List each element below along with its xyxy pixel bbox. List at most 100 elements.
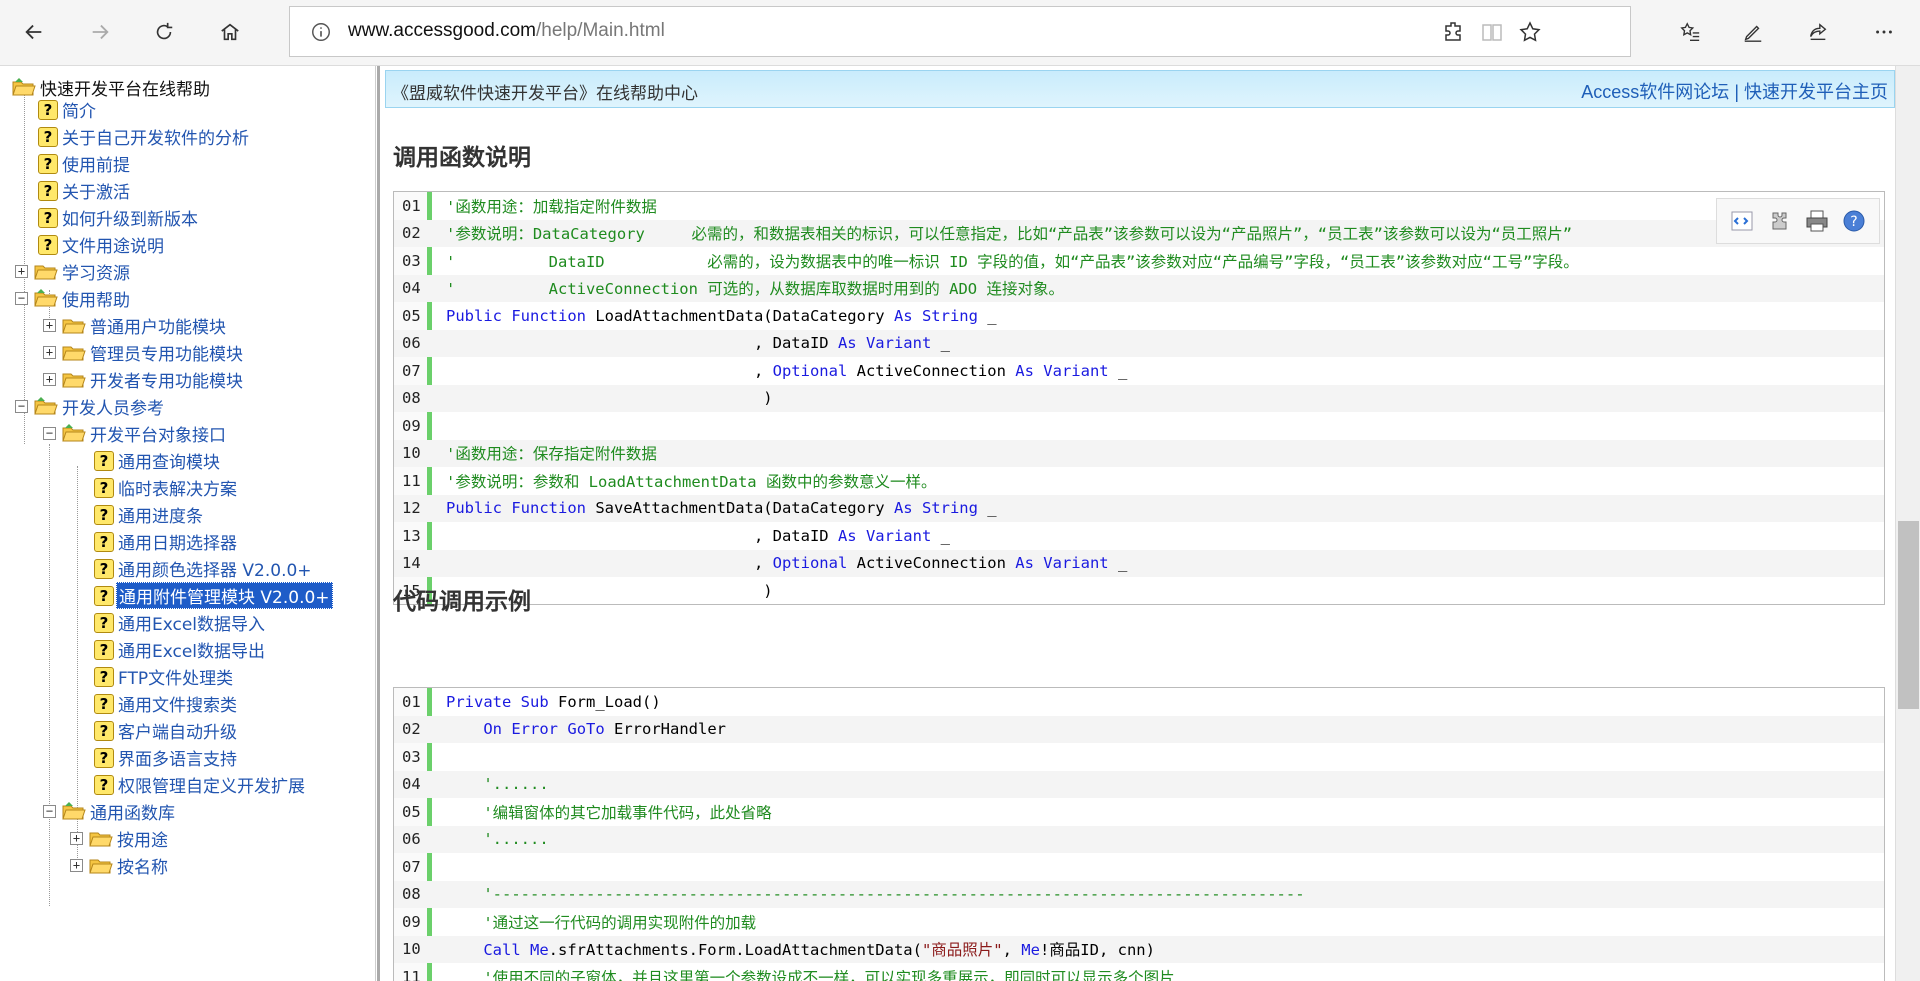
link-separator: |	[1729, 82, 1744, 102]
help-page-icon: ?	[94, 558, 114, 579]
tree-item-ftp[interactable]: ? FTP文件处理类	[94, 663, 235, 690]
tree-item-label: 通用查询模块	[118, 453, 220, 473]
tree-item-label: 管理员专用功能模块	[90, 345, 243, 365]
header-banner: 《盟威软件快速开发平台》在线帮助中心 Access软件网论坛 | 快速开发平台主…	[385, 70, 1895, 108]
vertical-scrollbar[interactable]	[1895, 66, 1920, 981]
code-line: 01 Private Sub Form_Load()	[394, 688, 1884, 716]
tree-folder-normal-user[interactable]: + 普通用户功能模块	[43, 312, 228, 339]
tree-item-label: 通用进度条	[118, 507, 203, 527]
help-page-icon: ?	[94, 774, 114, 795]
tree-item-prerequisites[interactable]: ? 使用前提	[38, 150, 132, 177]
refresh-icon[interactable]	[146, 14, 182, 50]
help-page-icon: ?	[94, 585, 114, 606]
tree-folder-learning[interactable]: + 学习资源	[15, 258, 132, 285]
tree-folder-developer[interactable]: + 开发者专用功能模块	[43, 366, 245, 393]
expand-plus-icon[interactable]: +	[70, 832, 83, 845]
expand-plus-icon[interactable]: +	[43, 346, 56, 359]
tree-item-upgrade[interactable]: ? 如何升级到新版本	[38, 204, 200, 231]
tree-item-auto-upgrade[interactable]: ? 客户端自动升级	[94, 717, 239, 744]
more-icon[interactable]	[1866, 14, 1902, 50]
tree-item-progress[interactable]: ? 通用进度条	[94, 501, 205, 528]
url-text[interactable]: www.accessgood.com/help/Main.html	[348, 20, 665, 42]
code-text: Public Function LoadAttachmentData(DataC…	[446, 306, 997, 325]
code-text: '通过这一行代码的调用实现附件的加载	[483, 913, 757, 932]
address-bar[interactable]: www.accessgood.com/help/Main.html	[289, 6, 1631, 57]
pen-icon[interactable]	[1735, 14, 1771, 50]
tree-folder-usage[interactable]: − 使用帮助	[15, 285, 132, 312]
help-page-icon: ?	[94, 450, 114, 471]
code-line: 06 , DataID As Variant _	[394, 329, 1884, 357]
folder-icon	[62, 319, 86, 334]
print-icon[interactable]	[1804, 208, 1830, 234]
tree-item-label: 通用文件搜索类	[118, 696, 237, 716]
line-number: 03	[402, 747, 421, 766]
help-page-icon: ?	[94, 693, 114, 714]
collapse-minus-icon[interactable]: −	[43, 427, 56, 440]
help-content: 《盟威软件快速开发平台》在线帮助中心 Access软件网论坛 | 快速开发平台主…	[380, 66, 1895, 981]
share-icon[interactable]	[1800, 14, 1836, 50]
tree-folder-by-purpose[interactable]: + 按用途	[70, 825, 170, 852]
tree-item-analysis[interactable]: ? 关于自己开发软件的分析	[38, 123, 251, 150]
expand-plus-icon[interactable]: +	[15, 265, 28, 278]
code-line: 06 '......	[394, 825, 1884, 853]
help-page-icon: ?	[94, 666, 114, 687]
tree-item-date-picker[interactable]: ? 通用日期选择器	[94, 528, 239, 555]
tree-folder-admin[interactable]: + 管理员专用功能模块	[43, 339, 245, 366]
info-icon[interactable]	[310, 21, 332, 43]
tree-item-excel-export[interactable]: ? 通用Excel数据导出	[94, 636, 267, 663]
code-line: 07	[394, 853, 1884, 881]
expand-plus-icon[interactable]: +	[43, 373, 56, 386]
help-circle-icon[interactable]: ?	[1841, 208, 1867, 234]
code-line: 09	[394, 412, 1884, 440]
expand-plus-icon[interactable]: +	[70, 859, 83, 872]
collapse-minus-icon[interactable]: −	[15, 400, 28, 413]
tree-item-multilang[interactable]: ? 界面多语言支持	[94, 744, 239, 771]
back-icon[interactable]	[16, 14, 52, 50]
tree-folder-function-lib[interactable]: − 通用函数库	[43, 798, 177, 825]
extension-icon[interactable]	[1442, 20, 1466, 44]
copy-puzzle-icon[interactable]	[1766, 208, 1792, 234]
line-number: 09	[402, 416, 421, 435]
tree-item-intro[interactable]: ? 简介	[38, 96, 98, 123]
tree-folder-object-interface[interactable]: − 开发平台对象接口	[43, 420, 228, 447]
tree-item-attachment[interactable]: ? 通用附件管理模块 V2.0.0+	[94, 582, 333, 609]
code-text: )	[446, 389, 773, 408]
line-number: 03	[402, 251, 421, 270]
tree-item-activation[interactable]: ? 关于激活	[38, 177, 132, 204]
tree-item-files[interactable]: ? 文件用途说明	[38, 231, 166, 258]
folder-icon	[62, 373, 86, 388]
reading-view-icon[interactable]	[1480, 20, 1504, 44]
collapse-minus-icon[interactable]: −	[43, 805, 56, 818]
tree-item-excel-import[interactable]: ? 通用Excel数据导入	[94, 609, 267, 636]
code-line: 01 '函数用途：加载指定附件数据	[394, 192, 1884, 220]
code-text: '函数用途：加载指定附件数据	[446, 197, 657, 216]
code-block-function-description: 01 '函数用途：加载指定附件数据 02 '参数说明：DataCategory 必需的…	[393, 191, 1885, 605]
tree-folder-by-name[interactable]: + 按名称	[70, 852, 170, 879]
code-block-example: 01 Private Sub Form_Load() 02 On Error GoT…	[393, 687, 1885, 981]
favorites-list-icon[interactable]	[1672, 14, 1708, 50]
platform-home-link[interactable]: 快速开发平台主页	[1744, 82, 1888, 102]
tree-item-query[interactable]: ? 通用查询模块	[94, 447, 222, 474]
forum-link[interactable]: Access软件网论坛	[1581, 82, 1729, 102]
tree-item-label: 使用帮助	[62, 291, 130, 311]
view-source-icon[interactable]	[1729, 208, 1755, 234]
open-folder-icon	[34, 397, 58, 415]
code-line: 04 '......	[394, 770, 1884, 798]
tree-item-permission[interactable]: ? 权限管理自定义开发扩展	[94, 771, 307, 798]
tree-folder-dev-ref[interactable]: − 开发人员参考	[15, 393, 166, 420]
expand-plus-icon[interactable]: +	[43, 319, 56, 332]
favorite-star-icon[interactable]	[1518, 20, 1542, 44]
code-line: 11 '使用不同的子窗体，并且这里第一个参数设成不一样，可以实现多重展示，即同时…	[394, 963, 1884, 981]
tree-item-color-picker[interactable]: ? 通用颜色选择器 V2.0.0+	[94, 555, 314, 582]
forward-icon[interactable]	[82, 14, 118, 50]
tree-item-file-search[interactable]: ? 通用文件搜索类	[94, 690, 239, 717]
scrollbar-thumb[interactable]	[1898, 521, 1919, 709]
tree-item-temp-table[interactable]: ? 临时表解决方案	[94, 474, 239, 501]
code-line: 10 '函数用途：保存指定附件数据	[394, 439, 1884, 467]
collapse-minus-icon[interactable]: −	[15, 292, 28, 305]
code-line: 03 ' DataID 必需的，设为数据表中的唯一标识 ID 字段的值，如“产品表…	[394, 247, 1884, 275]
home-icon[interactable]	[212, 14, 248, 50]
help-page-icon: ?	[94, 477, 114, 498]
line-number: 11	[402, 967, 421, 981]
help-page-icon: ?	[38, 126, 58, 147]
